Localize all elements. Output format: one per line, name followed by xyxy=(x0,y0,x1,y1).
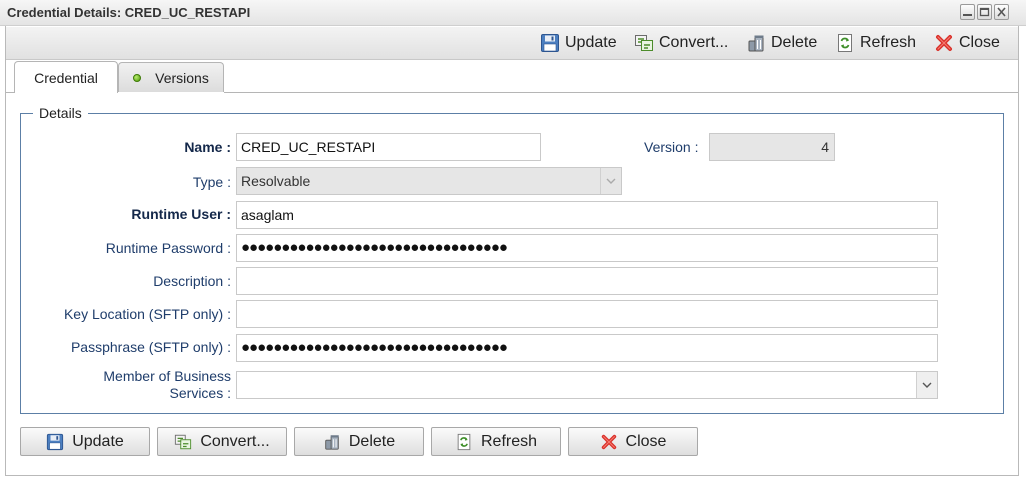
close-x-icon xyxy=(936,35,952,51)
tab-versions[interactable]: Versions xyxy=(118,62,224,92)
runtime-password-label: Runtime Password : xyxy=(105,240,231,256)
toolbar-update-button[interactable]: Update xyxy=(540,33,617,53)
toolbar-refresh-button[interactable]: Refresh xyxy=(835,33,916,53)
status-dot-icon xyxy=(133,73,142,82)
save-icon xyxy=(541,34,559,52)
footer-refresh-button[interactable]: Refresh xyxy=(431,427,561,456)
delete-icon xyxy=(748,35,764,52)
footer-update-label: Update xyxy=(72,432,124,450)
passphrase-input[interactable]: ●●●●●●●●●●●●●●●●●●●●●●●●●●●●●●●●● xyxy=(236,334,938,362)
footer-delete-label: Delete xyxy=(348,432,396,450)
tab-strip: Credential Versions xyxy=(6,61,1018,93)
business-services-label: Member of Business Services : xyxy=(103,368,231,402)
maximize-icon xyxy=(979,7,990,17)
footer-update-button[interactable]: Update xyxy=(20,427,150,456)
version-label: Version : xyxy=(644,139,699,155)
footer-close-button[interactable]: Close xyxy=(568,427,698,456)
name-value: CRED_UC_RESTAPI xyxy=(241,139,376,155)
delete-icon xyxy=(325,434,339,450)
type-select: Resolvable xyxy=(236,167,622,195)
runtime-user-value: asaglam xyxy=(241,207,294,223)
footer-refresh-label: Refresh xyxy=(480,432,538,450)
description-input[interactable] xyxy=(236,267,938,295)
save-icon xyxy=(47,433,64,450)
toolbar: Update Convert... Delete Refresh Close xyxy=(6,27,1018,60)
passphrase-label: Passphrase (SFTP only) : xyxy=(70,339,231,355)
toolbar-refresh-label: Refresh xyxy=(860,34,917,51)
type-label: Type : xyxy=(192,174,231,190)
toolbar-close-label: Close xyxy=(959,34,1000,51)
business-services-label-line1: Member of Business xyxy=(103,368,231,384)
toolbar-delete-label: Delete xyxy=(771,34,818,51)
description-label: Description : xyxy=(153,273,231,289)
key-location-input[interactable] xyxy=(236,300,938,328)
chevron-down-icon xyxy=(600,168,621,194)
passphrase-value: ●●●●●●●●●●●●●●●●●●●●●●●●●●●●●●●●● xyxy=(241,339,508,356)
convert-icon xyxy=(175,434,192,449)
toolbar-delete-button[interactable]: Delete xyxy=(746,33,817,53)
toolbar-update-label: Update xyxy=(565,34,617,51)
toolbar-convert-button[interactable]: Convert... xyxy=(634,33,728,53)
runtime-user-label: Runtime User : xyxy=(131,206,231,222)
runtime-user-input[interactable]: asaglam xyxy=(236,201,938,229)
minimize-button[interactable] xyxy=(960,4,975,20)
convert-icon xyxy=(635,35,653,51)
version-value: 4 xyxy=(821,139,829,155)
name-input[interactable]: CRED_UC_RESTAPI xyxy=(236,133,541,161)
tab-divider xyxy=(6,92,14,93)
tab-credential-label: Credential xyxy=(34,69,98,86)
name-label: Name : xyxy=(184,139,231,155)
window-title: Credential Details: CRED_UC_RESTAPI xyxy=(7,5,251,20)
footer-delete-button[interactable]: Delete xyxy=(294,427,424,456)
tab-credential[interactable]: Credential xyxy=(14,61,118,93)
footer-convert-button[interactable]: Convert... xyxy=(157,427,287,456)
close-x-icon xyxy=(601,434,616,449)
window-titlebar: Credential Details: CRED_UC_RESTAPI xyxy=(0,0,1026,26)
footer-convert-label: Convert... xyxy=(200,432,270,450)
chevron-down-icon[interactable] xyxy=(916,372,937,398)
close-icon xyxy=(997,7,1006,17)
refresh-icon xyxy=(457,433,471,450)
refresh-icon xyxy=(838,34,852,52)
runtime-password-value: ●●●●●●●●●●●●●●●●●●●●●●●●●●●●●●●●● xyxy=(241,239,508,256)
business-services-label-line2: Services : xyxy=(169,385,231,401)
toolbar-close-button[interactable]: Close xyxy=(934,33,1000,53)
runtime-password-input[interactable]: ●●●●●●●●●●●●●●●●●●●●●●●●●●●●●●●●● xyxy=(236,234,938,262)
toolbar-convert-label: Convert... xyxy=(659,34,729,51)
key-location-label: Key Location (SFTP only) : xyxy=(63,306,231,322)
close-window-button[interactable] xyxy=(994,4,1009,20)
footer-close-label: Close xyxy=(625,432,667,450)
tab-versions-label: Versions xyxy=(155,69,209,86)
version-field: 4 xyxy=(709,133,835,161)
type-value: Resolvable xyxy=(241,173,311,189)
maximize-button[interactable] xyxy=(977,4,992,20)
tab-divider xyxy=(224,92,1018,93)
business-services-select[interactable] xyxy=(236,371,938,399)
minimize-icon xyxy=(963,14,972,16)
details-legend: Details xyxy=(39,105,82,121)
